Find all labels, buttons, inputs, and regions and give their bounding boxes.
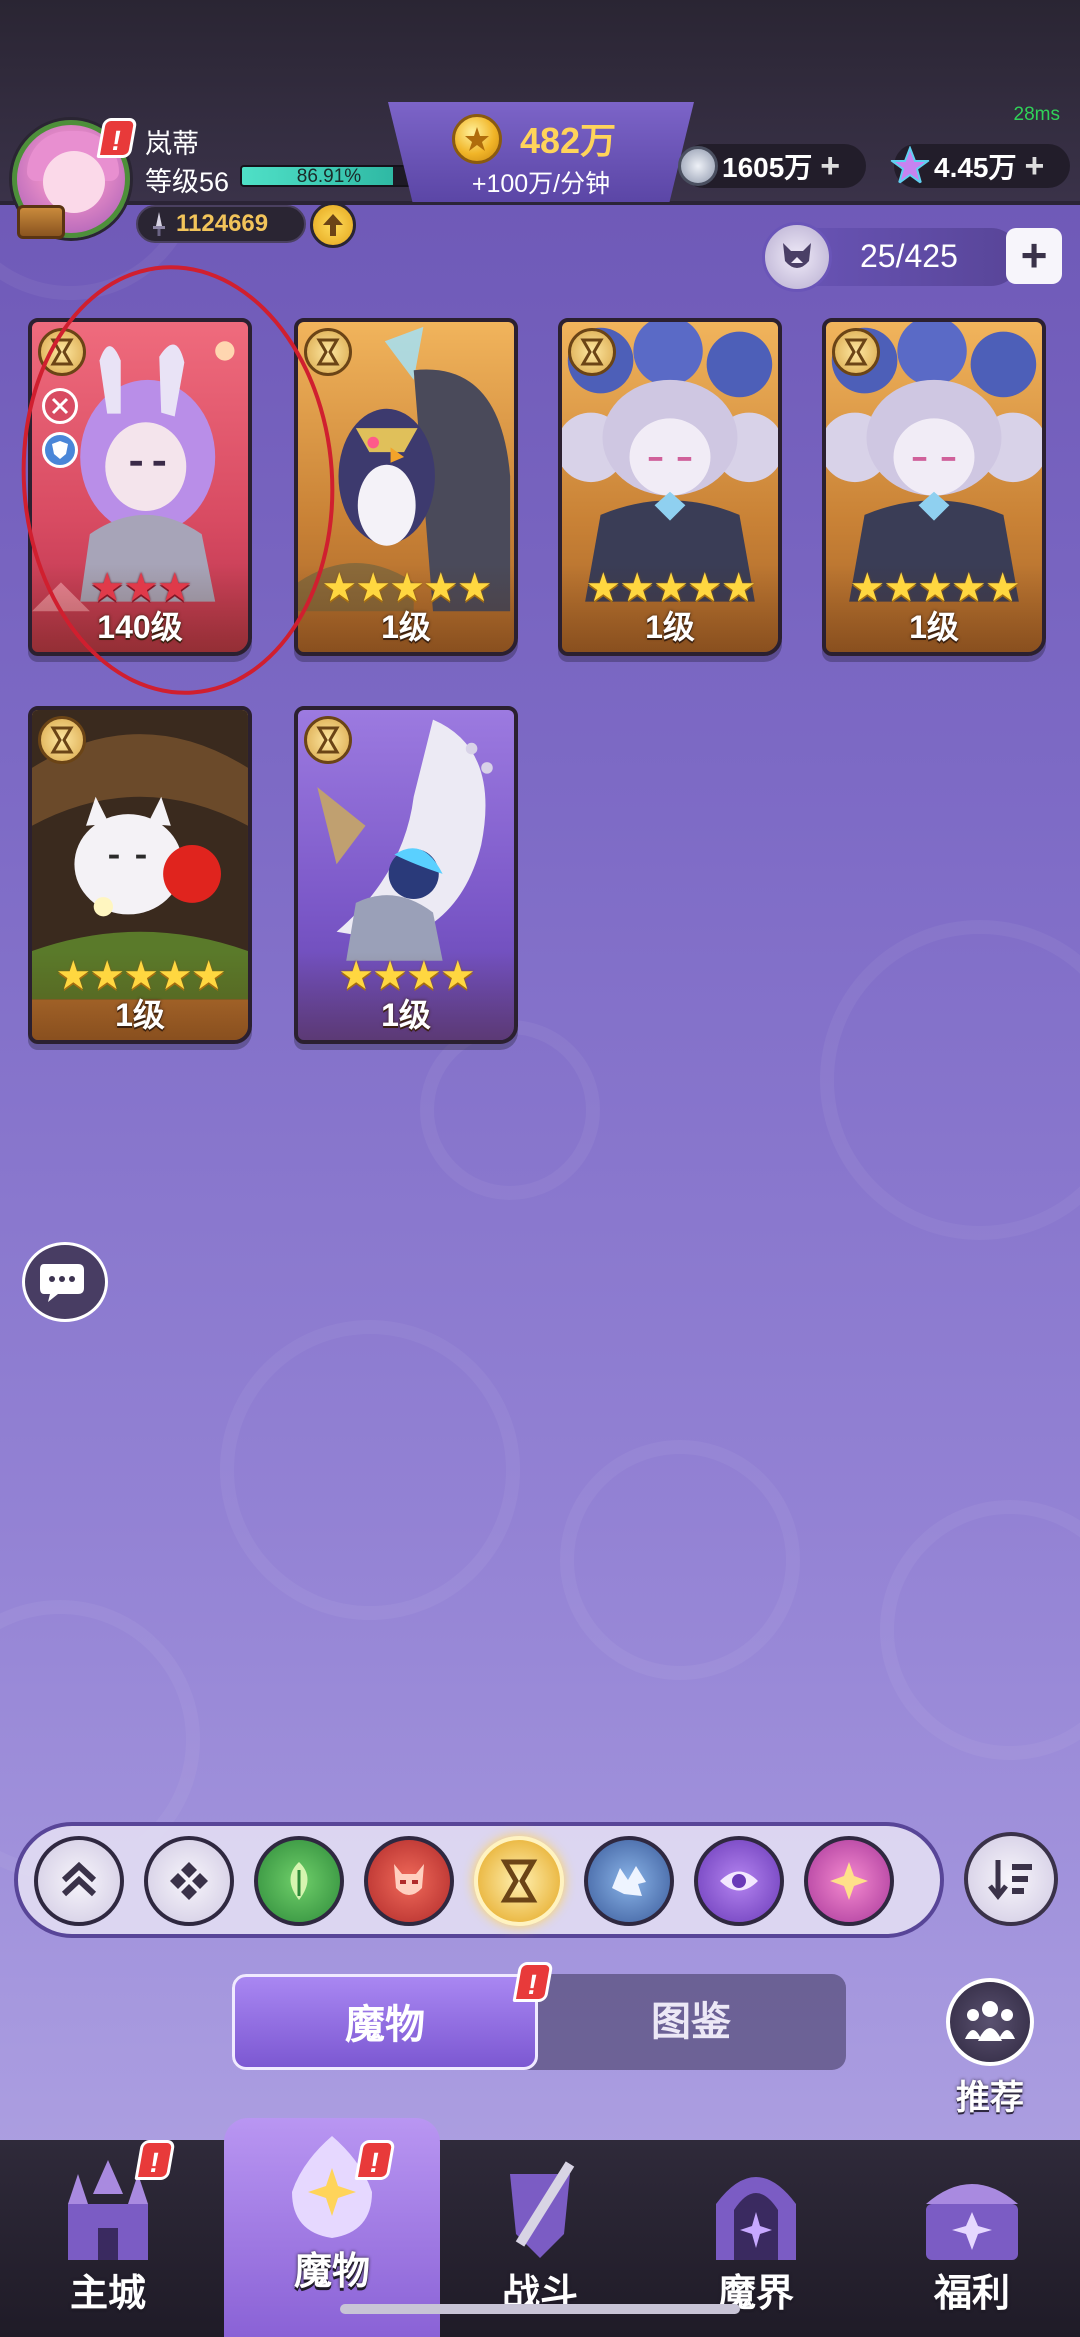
tab-monsters[interactable]: 魔物 <box>232 1974 538 2070</box>
chat-button[interactable] <box>22 1242 108 1322</box>
card-level: 140级 <box>97 609 183 645</box>
hourglass-faction-icon[interactable] <box>474 1836 564 1926</box>
nav-label-main-city: 主城 <box>69 2273 146 2315</box>
hourglass-faction-icon <box>568 328 616 376</box>
monster-card[interactable]: ★★★ 140级 <box>28 318 252 656</box>
nature-faction-icon[interactable] <box>254 1836 344 1926</box>
hourglass-faction-icon <box>304 328 352 376</box>
silver-value: 1605万 <box>722 152 813 183</box>
gold-amount: 482万 <box>520 120 617 161</box>
sword-shield-icon <box>510 2161 575 2258</box>
tab-codex[interactable]: 图鉴 <box>538 1974 844 2070</box>
power-display[interactable]: 1124669 <box>136 205 306 243</box>
attack-role-icon <box>42 388 78 424</box>
gem-value: 4.45万 <box>934 152 1017 183</box>
hourglass-faction-icon <box>304 716 352 764</box>
hourglass-faction-icon <box>38 716 86 764</box>
star-faction-icon[interactable] <box>804 1836 894 1926</box>
card-level: 1级 <box>909 609 959 645</box>
card-level: 1级 <box>381 997 431 1033</box>
nav-benefits[interactable]: 福利 <box>864 2140 1080 2337</box>
sword-icon <box>153 212 165 236</box>
hourglass-faction-icon <box>38 328 86 376</box>
faction-filter-bar <box>14 1822 944 1938</box>
hourglass-faction-icon <box>832 328 880 376</box>
nav-label-monsters: 魔物 <box>293 2251 370 2293</box>
silver-pill[interactable]: 1605万 + <box>678 144 866 188</box>
player-level: 等级56 <box>145 167 230 197</box>
recommend-label: 推荐 <box>956 2079 1024 2117</box>
player-name: 岚蒂 <box>145 129 199 159</box>
silver-add-icon[interactable]: + <box>820 149 840 183</box>
monster-card[interactable]: ★★★★★ 1级 <box>822 318 1046 656</box>
treasure-chest-icon <box>926 2184 1018 2260</box>
card-level: 1级 <box>645 609 695 645</box>
sort-list-icon <box>988 1860 1032 1901</box>
gem-pill[interactable]: 4.45万 + <box>890 144 1070 188</box>
portal-gate-icon <box>716 2177 796 2260</box>
ping-indicator: 28ms <box>1013 104 1060 125</box>
group-people-icon <box>965 2001 1015 2041</box>
dragon-faction-icon[interactable] <box>584 1836 674 1926</box>
eye-faction-icon[interactable] <box>694 1836 784 1926</box>
monster-card[interactable]: ★★★★★ 1级 <box>28 706 252 1044</box>
avatar-face <box>43 151 105 213</box>
upgrade-arrow-button[interactable] <box>310 202 356 248</box>
capacity-value: 25/425 <box>860 238 958 274</box>
gem-star-icon <box>890 146 930 186</box>
gold-coin-icon <box>452 114 502 164</box>
gold-rate: +100万/分钟 <box>471 170 611 198</box>
gem-add-icon[interactable]: + <box>1025 149 1045 183</box>
monster-card[interactable]: ★★★★★ 1级 <box>558 318 782 656</box>
silver-coin-icon <box>678 146 718 186</box>
shield-role-icon <box>42 432 78 468</box>
demon-faction-icon[interactable] <box>364 1836 454 1926</box>
sort-up-icon[interactable] <box>34 1836 124 1926</box>
card-level: 1级 <box>381 609 431 645</box>
sort-order-button[interactable] <box>964 1832 1058 1926</box>
home-indicator <box>340 2304 740 2314</box>
arrow-up-icon <box>323 214 343 236</box>
card-level: 1级 <box>115 997 165 1033</box>
avatar-book-icon <box>17 205 65 239</box>
power-value: 1124669 <box>176 210 269 237</box>
monster-head-icon <box>762 222 832 292</box>
monster-card[interactable]: ★★★★ 1级 <box>294 706 518 1044</box>
chat-bubble-icon <box>40 1264 84 1302</box>
capacity-add-button[interactable]: + <box>1006 228 1062 284</box>
monster-card[interactable]: ★★★★★ 1级 <box>294 318 518 656</box>
nav-label-benefits: 福利 <box>933 2273 1010 2315</box>
recommend-button[interactable] <box>946 1978 1034 2066</box>
all-factions-icon[interactable] <box>144 1836 234 1926</box>
nav-main-city[interactable]: 主城 <box>0 2140 216 2337</box>
